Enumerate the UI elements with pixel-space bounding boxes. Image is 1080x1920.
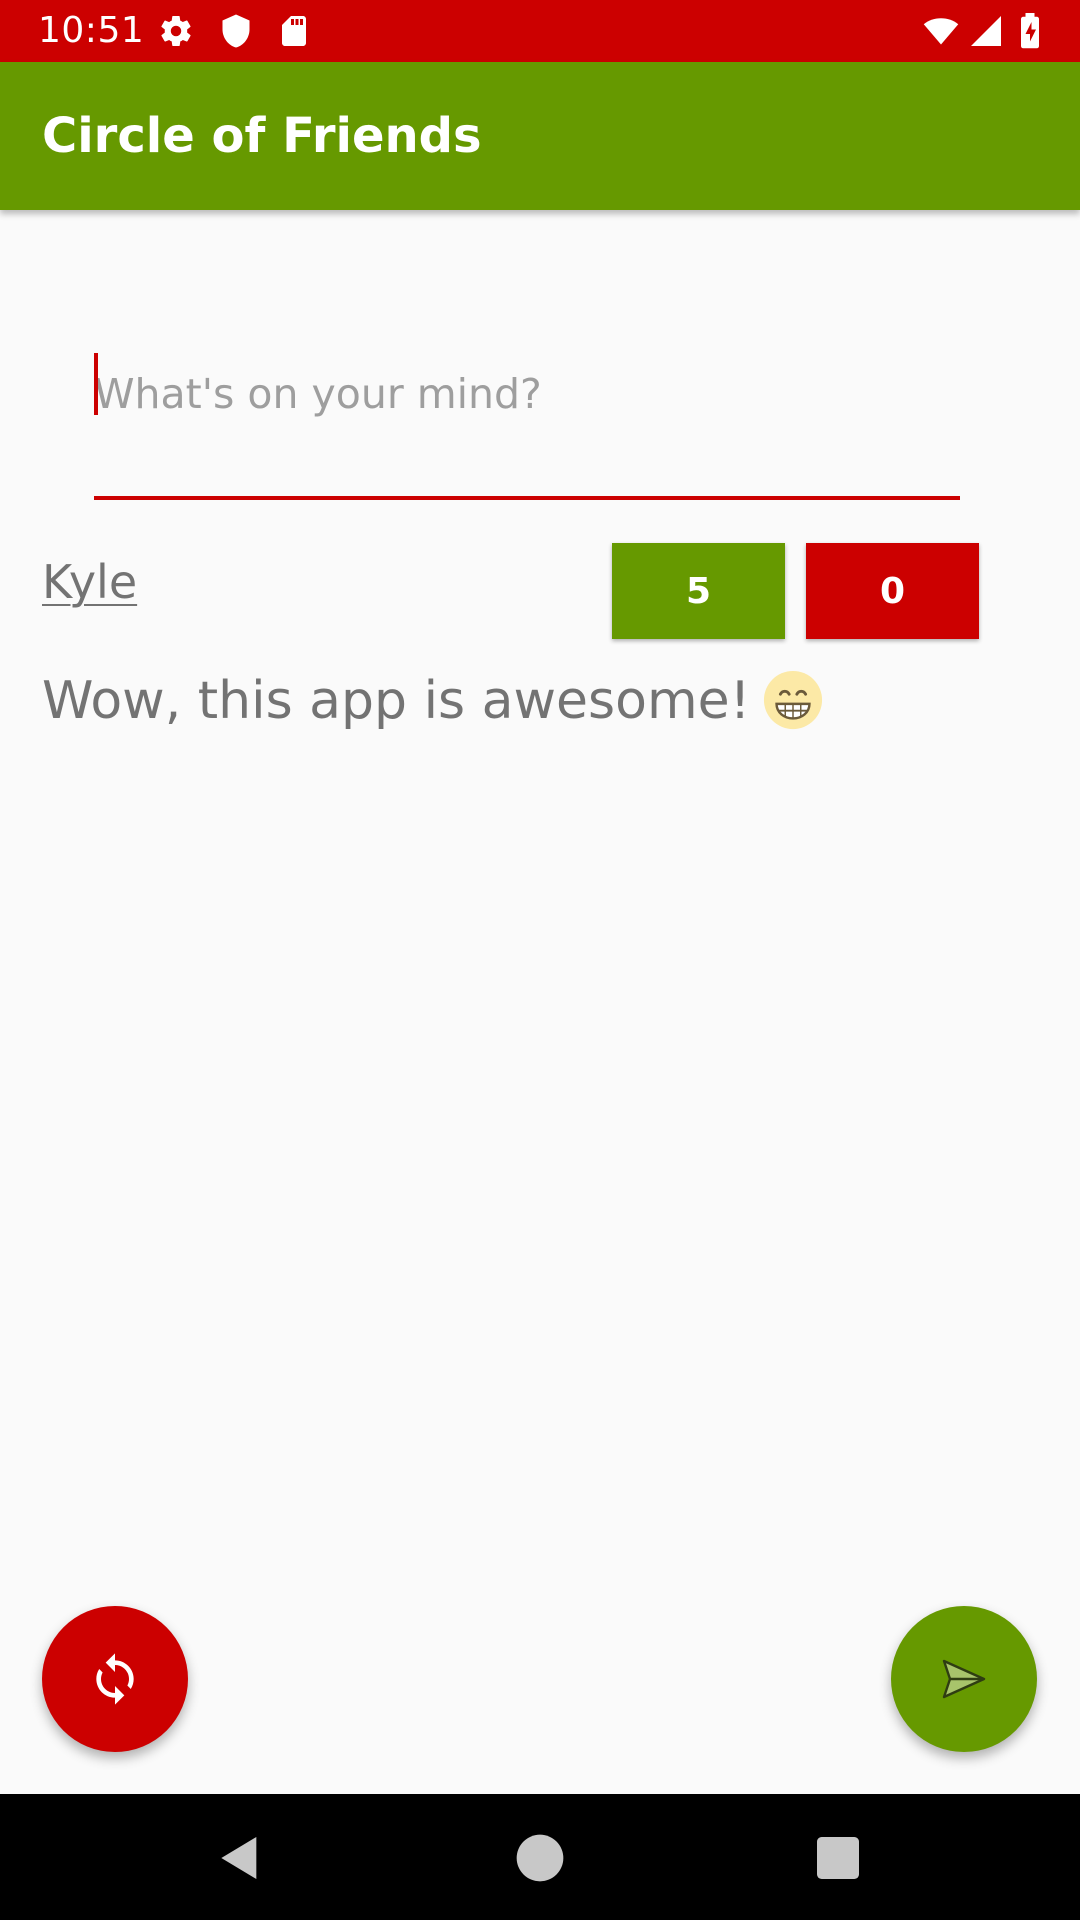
text-cursor bbox=[94, 353, 98, 415]
upvote-button[interactable]: 5 bbox=[612, 543, 785, 639]
recents-icon[interactable] bbox=[810, 1830, 866, 1886]
send-icon bbox=[942, 1659, 986, 1699]
post-text: Wow, this app is awesome! bbox=[42, 668, 824, 735]
wifi-icon bbox=[923, 18, 959, 45]
send-button[interactable] bbox=[891, 1606, 1037, 1752]
grinning-face-icon bbox=[764, 670, 823, 730]
shield-icon bbox=[222, 14, 250, 48]
post-message: Wow, this app is awesome! bbox=[42, 671, 751, 731]
input-underline bbox=[94, 496, 960, 500]
status-time: 10:51 bbox=[38, 10, 145, 51]
navigation-bar bbox=[0, 1794, 1080, 1920]
cell-signal-icon bbox=[971, 16, 1001, 46]
refresh-icon bbox=[96, 1653, 134, 1705]
sd-card-icon bbox=[282, 16, 306, 46]
battery-charging-icon bbox=[1021, 13, 1039, 49]
back-icon[interactable] bbox=[212, 1830, 268, 1886]
post-input[interactable] bbox=[94, 342, 960, 446]
post-author-link[interactable]: Kyle bbox=[42, 554, 137, 610]
app-title: Circle of Friends bbox=[42, 108, 482, 164]
downvote-button[interactable]: 0 bbox=[806, 543, 979, 639]
app-bar: Circle of Friends bbox=[0, 62, 1080, 210]
home-icon[interactable] bbox=[512, 1830, 568, 1886]
settings-icon bbox=[161, 16, 191, 47]
refresh-button[interactable] bbox=[42, 1606, 188, 1752]
status-bar: 10:51 bbox=[0, 0, 1080, 62]
